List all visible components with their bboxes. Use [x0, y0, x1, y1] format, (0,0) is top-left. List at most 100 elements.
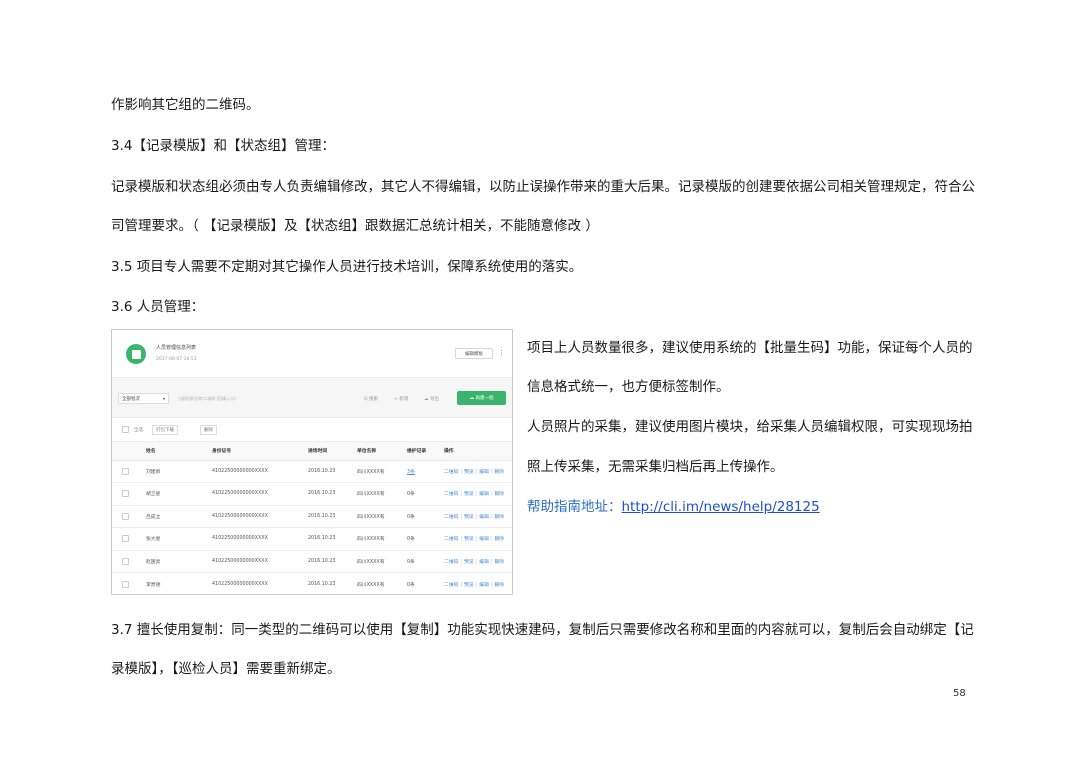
- row-checkbox[interactable]: [122, 467, 129, 475]
- personnel-list-screenshot: 人员管理信息列表 2017-06-07 16:51 编辑模板 ⋮ 全部批次 ▾ …: [111, 329, 513, 595]
- preview-link[interactable]: 预览: [464, 560, 474, 565]
- delete-link[interactable]: 删除: [495, 470, 505, 475]
- help-guide-link[interactable]: http://cli.im/news/help/28125: [622, 499, 820, 515]
- cell-entry-time: 2016.10.23: [308, 482, 357, 505]
- chevron-down-icon: ▾: [162, 396, 165, 401]
- more-menu-icon[interactable]: ⋮: [498, 349, 505, 357]
- delete-link[interactable]: 删除: [495, 492, 505, 497]
- cell-actions: 二维码 | 预览 | 编辑 | 删除: [444, 459, 512, 483]
- cell-unit: 四川XXXX有: [357, 482, 407, 505]
- row-checkbox-cell: [112, 482, 146, 505]
- edit-link[interactable]: 编辑: [479, 560, 489, 565]
- paragraph-line: 录模版】，【巡检人员】需要重新绑定。: [111, 661, 341, 677]
- row-checkbox-cell: [112, 504, 146, 528]
- cell-actions: 二维码 | 预览 | 编辑 | 删除: [444, 482, 512, 505]
- section-heading-3-6: 3.6 人员管理：: [111, 299, 205, 315]
- cell-name: 胡卫星: [146, 482, 212, 505]
- preview-link[interactable]: 预览: [464, 537, 474, 542]
- cell-unit: 四川XXXX有: [357, 549, 407, 573]
- separator: |: [475, 537, 478, 543]
- export-button[interactable]: ☁ 导出: [424, 396, 439, 402]
- column-header: 进场时间: [308, 442, 357, 460]
- separator: |: [460, 537, 463, 543]
- cell-maintenance-record[interactable]: 3条: [407, 459, 444, 483]
- paragraph-line: 项目上人员数量很多，建议使用系统的【批量生码】功能，保证每个人员的: [527, 340, 973, 356]
- cell-maintenance-record: 0条: [407, 572, 444, 594]
- cell-entry-time: 2016.10.23: [308, 504, 357, 528]
- delete-link[interactable]: 删除: [495, 560, 505, 565]
- qr-code-link[interactable]: 二维码: [444, 492, 458, 497]
- separator: |: [475, 514, 478, 520]
- separator: |: [490, 537, 493, 543]
- new-batch-button[interactable]: ☁ 再建一批: [457, 391, 506, 405]
- delete-link[interactable]: 删除: [495, 515, 505, 520]
- edit-link[interactable]: 编辑: [479, 492, 489, 497]
- select-all-label: 全选: [134, 428, 143, 433]
- separator: |: [460, 559, 463, 565]
- cell-id-number: 41022500000000XXXX: [212, 572, 308, 594]
- qr-code-link[interactable]: 二维码: [444, 560, 458, 565]
- edit-link[interactable]: 编辑: [479, 537, 489, 542]
- preview-link[interactable]: 预览: [464, 515, 474, 520]
- cell-entry-time: 2016.10.23: [308, 572, 357, 594]
- row-checkbox[interactable]: [122, 490, 129, 498]
- cell-unit: 四川XXXX有: [357, 572, 407, 594]
- add-button[interactable]: + 新增: [394, 396, 408, 402]
- cell-id-number: 41022500000000XXXX: [212, 527, 308, 550]
- cell-maintenance-record: 0条: [407, 482, 444, 505]
- edit-link[interactable]: 编辑: [479, 470, 489, 475]
- cell-id-number: 41022500000000XXXX: [212, 504, 308, 528]
- separator: |: [475, 492, 478, 498]
- batch-delete-button[interactable]: 删除: [200, 425, 217, 435]
- cell-name: 吕成立: [146, 504, 212, 528]
- section-3-5: 3.5 项目专人需要不定期对其它操作人员进行技术培训，保障系统使用的落实。: [111, 259, 583, 275]
- app-logo-icon: [126, 344, 146, 364]
- paragraph-line: 作影响其它组的二维码。: [111, 97, 260, 113]
- cell-unit: 四川XXXX有: [357, 459, 407, 483]
- table-row: 赵国亮 41022500000000XXXX 2016.10.23 四川XXXX有 0条…: [112, 549, 512, 573]
- row-checkbox[interactable]: [122, 580, 129, 588]
- cell-entry-time: 2016.10.23: [308, 527, 357, 550]
- table-header-row: 姓名 身份证号 进场时间 单位名称 维护记录 操作: [112, 442, 512, 460]
- cell-name: 张大星: [146, 527, 212, 550]
- row-checkbox[interactable]: [122, 512, 129, 520]
- preview-link[interactable]: 预览: [464, 470, 474, 475]
- qr-code-link[interactable]: 二维码: [444, 537, 458, 542]
- separator: |: [460, 582, 463, 588]
- column-header: 身份证号: [212, 442, 308, 460]
- separator: |: [475, 559, 478, 565]
- edit-link[interactable]: 编辑: [479, 583, 489, 588]
- cell-maintenance-record: 0条: [407, 504, 444, 528]
- qr-code-link[interactable]: 二维码: [444, 470, 458, 475]
- qr-code-link[interactable]: 二维码: [444, 583, 458, 588]
- select-all-checkbox[interactable]: [122, 426, 129, 433]
- row-checkbox[interactable]: [122, 557, 129, 565]
- cell-id-number: 41022500000000XXXX: [212, 459, 308, 483]
- edit-link[interactable]: 编辑: [479, 515, 489, 520]
- preview-link[interactable]: 预览: [464, 583, 474, 588]
- cell-maintenance-record: 0条: [407, 527, 444, 550]
- delete-link[interactable]: 删除: [495, 537, 505, 542]
- batch-action-bar: 全选 打包下载 删除: [112, 418, 512, 442]
- column-header: 姓名: [146, 442, 212, 460]
- cell-actions: 二维码 | 预览 | 编辑 | 删除: [444, 527, 512, 550]
- cell-maintenance-record: 0条: [407, 549, 444, 573]
- cell-unit: 四川XXXX有: [357, 527, 407, 550]
- edit-template-button[interactable]: 编辑模板: [455, 348, 493, 359]
- separator: |: [490, 492, 493, 498]
- download-button[interactable]: 打包下载: [152, 425, 178, 435]
- row-checkbox[interactable]: [122, 535, 129, 543]
- cell-name: 赵国亮: [146, 549, 212, 573]
- section-3-7: 3.7 擅长使用复制：同一类型的二维码可以使用【复制】功能实现快速建码，复制后只…: [111, 622, 974, 638]
- row-checkbox-cell: [112, 527, 146, 550]
- qr-code-link[interactable]: 二维码: [444, 515, 458, 520]
- paragraph-line: 司管理要求。（ 【记录模版】及【状态组】跟数据汇总统计相关，不能随意修改 ）: [111, 218, 599, 234]
- screenshot-toolbar: 全部批次 ▾ 当前检索名称/二维码 [回填入口] Q 搜索 + 新增 ☁ 导出 …: [112, 378, 512, 418]
- search-button[interactable]: Q 搜索: [364, 396, 378, 402]
- section-heading-3-4: 3.4【记录模版】和【状态组】管理：: [111, 138, 335, 154]
- preview-link[interactable]: 预览: [464, 492, 474, 497]
- page-number: 58: [953, 688, 966, 699]
- batch-filter-select[interactable]: 全部批次 ▾: [118, 393, 169, 404]
- delete-link[interactable]: 删除: [495, 583, 505, 588]
- separator: |: [475, 469, 478, 475]
